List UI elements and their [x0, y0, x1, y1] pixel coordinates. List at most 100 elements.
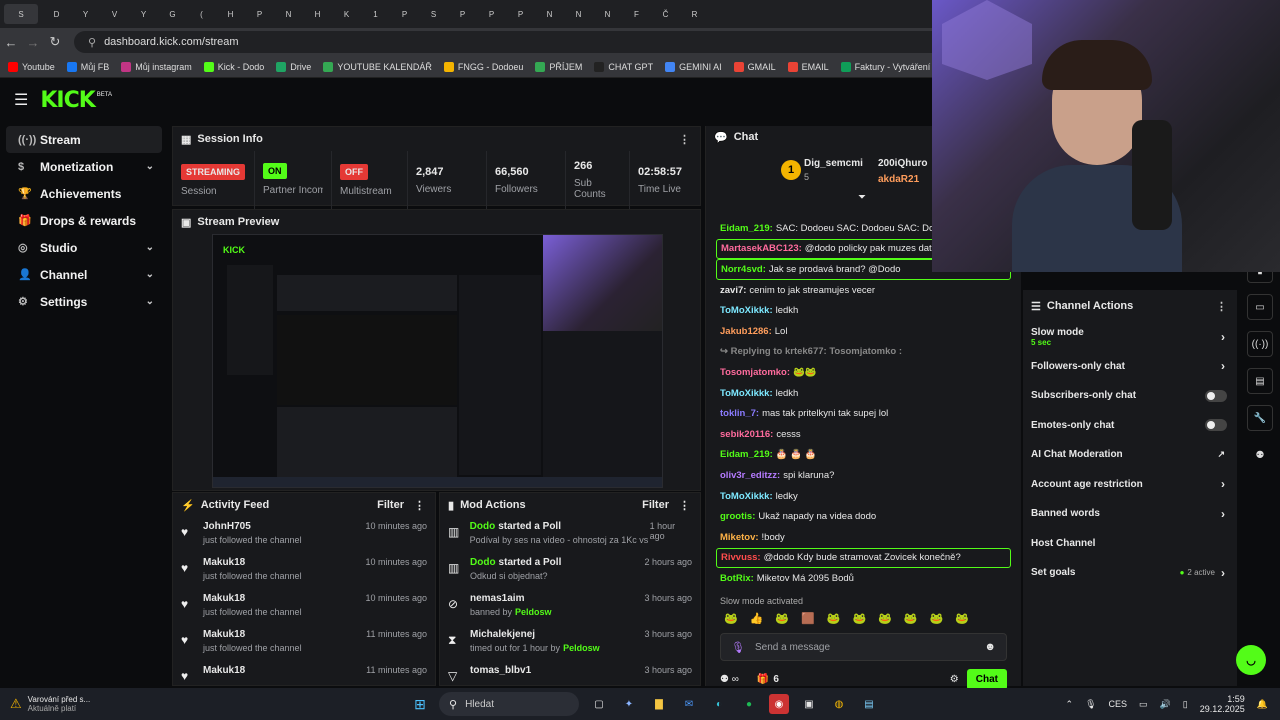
- activity-row[interactable]: ♥ Makuk18 just followed the channel 11 minu…: [173, 625, 435, 661]
- more-icon[interactable]: ⋮: [679, 133, 690, 146]
- activity-row[interactable]: ♥ Makuk18 just followed the channel 10 minu…: [173, 589, 435, 625]
- mod-user[interactable]: tomas_blbv1: [470, 665, 531, 676]
- mod-user[interactable]: nemas1aim: [470, 593, 524, 604]
- chat-message[interactable]: grootis: Ukaž napady na videa dodo: [706, 506, 1021, 527]
- bookmark-item[interactable]: Můj instagram: [121, 61, 192, 72]
- browser-tab[interactable]: N: [539, 4, 560, 24]
- mod-user[interactable]: Dodo: [470, 521, 496, 532]
- back-icon[interactable]: ←: [0, 35, 22, 50]
- bookmark-item[interactable]: Drive: [276, 61, 311, 72]
- action-banned-words[interactable]: Banned words ›: [1023, 499, 1237, 529]
- send-chat-button[interactable]: Chat: [966, 669, 1007, 690]
- activity-row[interactable]: ♥ Makuk18 11 minutes ago: [173, 661, 435, 685]
- mod-by[interactable]: Peldosw: [515, 607, 552, 617]
- chat-username[interactable]: BotRix:: [720, 573, 754, 584]
- support-button[interactable]: ◡: [1236, 645, 1266, 675]
- tray-chevron-icon[interactable]: ⌃: [1066, 699, 1074, 710]
- points-icon[interactable]: ⚉ ∞: [720, 674, 739, 685]
- browser-tab[interactable]: Y: [133, 4, 154, 24]
- emote-icon[interactable]: 🐸: [955, 612, 969, 625]
- mod-row[interactable]: ▽ tomas_blbv1 3 hours ago: [440, 661, 700, 685]
- chevron-down-icon[interactable]: ⌄: [146, 242, 154, 253]
- browser-tab[interactable]: Y: [75, 4, 96, 24]
- activity-user[interactable]: JohnH705: [203, 521, 302, 532]
- activity-user[interactable]: Makuk18: [203, 557, 302, 568]
- browser-tab[interactable]: N: [568, 4, 589, 24]
- weather-widget[interactable]: ⚠ Varování před s... Aktuálně platí: [0, 695, 140, 713]
- chat-message[interactable]: toklin_7: mas tak pritelkyni tak supej lo…: [706, 403, 1021, 424]
- forward-icon[interactable]: →: [22, 35, 44, 50]
- multistream-off-badge[interactable]: OFF: [340, 163, 368, 180]
- chat-message[interactable]: ToMoXikkk: ledky: [706, 486, 1021, 507]
- mod-by[interactable]: Peldosw: [563, 643, 600, 653]
- mod-filter-button[interactable]: Filter: [642, 499, 669, 511]
- browser-tab[interactable]: P: [452, 4, 473, 24]
- browser-tab[interactable]: (: [191, 4, 212, 24]
- bookmark-item[interactable]: Můj FB: [66, 61, 109, 72]
- wrench-icon[interactable]: 🔧: [1247, 405, 1273, 431]
- volume-icon[interactable]: 🔊: [1160, 699, 1171, 710]
- files-icon[interactable]: ▇: [649, 694, 669, 714]
- browser-tab[interactable]: P: [510, 4, 531, 24]
- rail-button[interactable]: ▤: [1247, 368, 1273, 394]
- mod-user[interactable]: Dodo: [470, 557, 496, 568]
- bookmark-item[interactable]: GMAIL: [733, 61, 776, 72]
- browser-tab[interactable]: P: [249, 4, 270, 24]
- kick-logo[interactable]: KICK: [40, 88, 95, 113]
- browser-tab[interactable]: S: [423, 4, 444, 24]
- mod-row[interactable]: ⊘ nemas1aim banned by Peldosw 3 hours ago: [440, 589, 700, 625]
- mic-icon[interactable]: 🎙: [1085, 699, 1096, 710]
- gift-icon[interactable]: 🎁: [757, 674, 769, 685]
- chat-message[interactable]: Eidam_219: 🎂 🎂 🎂: [706, 445, 1021, 466]
- url-field[interactable]: ⚲ dashboard.kick.com/stream: [74, 31, 974, 53]
- chat-input[interactable]: 🎙 Send a message ☻: [720, 633, 1007, 661]
- chat-message[interactable]: Rivvuss: @dodo Kdy bude stramovat Zovicek…: [716, 547, 1011, 569]
- emote-icon[interactable]: 🟫: [801, 612, 815, 625]
- browser-tab[interactable]: R: [684, 4, 705, 24]
- chat-username[interactable]: zavi7:: [720, 285, 746, 296]
- sidebar-item-monetization[interactable]: $ Monetization ⌄: [6, 153, 162, 180]
- emote-icon[interactable]: 🐸: [724, 612, 738, 625]
- action-ai-chat-moderation[interactable]: AI Chat Moderation ↗: [1023, 440, 1237, 470]
- chat-message[interactable]: ↪ Replying to krtek677: Tosomjatomko :: [706, 342, 1021, 363]
- toggle-switch[interactable]: [1205, 419, 1227, 432]
- sidebar-item-achievements[interactable]: 🏆 Achievements: [6, 180, 162, 207]
- chat-username[interactable]: Eidam_219:: [720, 223, 773, 234]
- chat-username[interactable]: ↪ Replying to krtek677: Tosomjatomko :: [720, 346, 902, 357]
- chat-username[interactable]: Tosomjatomko:: [720, 367, 790, 378]
- notifications-icon[interactable]: 🔔: [1257, 699, 1268, 710]
- browser-tab[interactable]: H: [220, 4, 241, 24]
- chat-message[interactable]: BotRix: Miketov Má 2095 Bodů: [706, 568, 1021, 589]
- chat-message[interactable]: ToMoXikkk: ledkh: [706, 300, 1021, 321]
- sidebar-item-channel[interactable]: 👤 Channel ⌄: [6, 261, 162, 288]
- site-info-icon[interactable]: ⚲: [88, 36, 96, 49]
- mod-user[interactable]: Michalekjenej: [470, 629, 535, 640]
- stream-preview-video[interactable]: KICK: [212, 234, 663, 488]
- notepad-icon[interactable]: ▤: [859, 694, 879, 714]
- clock[interactable]: 1:59 29.12.2025: [1200, 694, 1245, 714]
- outlook-icon[interactable]: ✉: [679, 694, 699, 714]
- action-account-age-restriction[interactable]: Account age restriction ›: [1023, 470, 1237, 500]
- chat-username[interactable]: ToMoXikkk:: [720, 491, 773, 502]
- chat-message[interactable]: ToMoXikkk: ledkh: [706, 383, 1021, 404]
- emote-icon[interactable]: 🐸: [930, 612, 944, 625]
- chat-username[interactable]: Jakub1286:: [720, 326, 772, 337]
- chat-message[interactable]: Miketov: !body: [706, 527, 1021, 548]
- chat-username[interactable]: MartasekABC123:: [721, 243, 802, 254]
- bookmark-item[interactable]: CHAT GPT: [594, 61, 653, 72]
- chat-username[interactable]: Norr4svd:: [721, 264, 766, 275]
- browser-tab[interactable]: P: [394, 4, 415, 24]
- more-icon[interactable]: ⋮: [679, 499, 690, 512]
- broadcast-icon[interactable]: ((·)): [1247, 331, 1273, 357]
- browser-tab[interactable]: K: [336, 4, 357, 24]
- toggle-switch[interactable]: [1205, 389, 1227, 402]
- chevron-down-icon[interactable]: ⌄: [146, 269, 154, 280]
- chrome-icon[interactable]: ◍: [829, 694, 849, 714]
- browser-tab[interactable]: S: [4, 4, 38, 24]
- action-set-goals[interactable]: Set goals ● 2 active ›: [1023, 558, 1237, 588]
- action-host-channel[interactable]: Host Channel: [1023, 529, 1237, 559]
- browser-tab[interactable]: Č: [655, 4, 676, 24]
- chat-username[interactable]: Eidam_219:: [720, 449, 773, 460]
- browser-tab[interactable]: N: [597, 4, 618, 24]
- bookmark-item[interactable]: GEMINI AI: [665, 61, 722, 72]
